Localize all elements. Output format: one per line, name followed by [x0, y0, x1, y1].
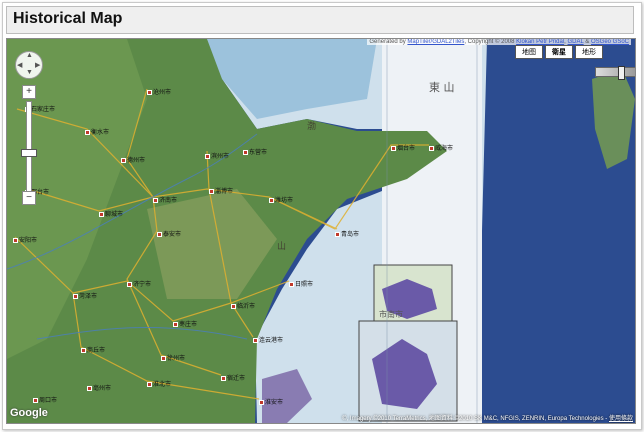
map-type-button-map[interactable]: 地图 [515, 45, 543, 59]
attribution-bottom: ©, Imagery ©2010 TerraMetrics, 地图資料 ©201… [342, 416, 633, 422]
pan-control[interactable]: ▲ ◀ ▶ ▼ [15, 51, 43, 79]
city-label: 淄博市 [209, 186, 233, 195]
city-label: 周口市 [33, 395, 57, 404]
map-type-button-satellite[interactable]: 衛星 [545, 45, 573, 59]
pan-left-icon[interactable]: ◀ [17, 61, 22, 69]
city-label: 宿迁市 [221, 373, 245, 382]
city-label: 日照市 [289, 279, 313, 288]
city-label: 淮安市 [259, 397, 283, 406]
region-label-shandong: 山 [277, 242, 287, 252]
page-title: Historical Map [13, 10, 123, 27]
city-label: 滨州市 [205, 151, 229, 160]
map-base-imagery [7, 39, 635, 423]
city-label: 商丘市 [81, 345, 105, 354]
map-canvas[interactable]: 渤 山 東 山 市南市 石家庄市 沧州市 衡水市 德州市 滨州市 东营市 烟台市 威海市 邢台市… [6, 38, 636, 424]
maptiler-link[interactable]: MapTiler/GDAL2Tiles [407, 39, 464, 45]
city-label: 枣庄市 [173, 319, 197, 328]
zoom-in-button[interactable]: + [22, 85, 36, 99]
city-label: 连云港市 [253, 335, 283, 344]
city-label: 聊城市 [99, 209, 123, 218]
header-bar: Historical Map [6, 6, 634, 34]
city-label: 徐州市 [161, 353, 185, 362]
pan-right-icon[interactable]: ▶ [35, 61, 40, 69]
google-logo[interactable]: Google [10, 407, 48, 419]
city-label: 衡水市 [85, 127, 109, 136]
zoom-slider-track[interactable] [26, 101, 32, 193]
city-label: 菏泽市 [73, 291, 97, 300]
overlay-mountain-label: 東 山 [429, 81, 455, 94]
city-label: 泰安市 [157, 229, 181, 238]
city-label: 烟台市 [391, 143, 415, 152]
city-label: 安阳市 [13, 235, 37, 244]
city-label: 淮北市 [147, 379, 171, 388]
pan-up-icon[interactable]: ▲ [26, 52, 33, 59]
city-label: 东营市 [243, 147, 267, 156]
city-label: 亳州市 [87, 383, 111, 392]
zoom-slider-thumb[interactable] [21, 149, 37, 157]
region-label-bohai: 渤 [307, 122, 317, 132]
city-label: 临沂市 [231, 301, 255, 310]
city-label: 威海市 [429, 143, 453, 152]
zoom-out-button[interactable]: − [22, 191, 36, 205]
city-label: 济南市 [153, 195, 177, 204]
pan-down-icon[interactable]: ▼ [26, 69, 33, 76]
city-label: 潍坊市 [269, 195, 293, 204]
terms-of-use-link[interactable]: 使用條款 [609, 416, 633, 422]
map-type-button-terrain[interactable]: 地形 [575, 45, 603, 59]
city-label: 德州市 [121, 155, 145, 164]
opacity-slider-knob[interactable] [618, 66, 625, 80]
overlay-opacity-slider[interactable] [595, 66, 635, 80]
city-label: 青岛市 [335, 229, 359, 238]
map-type-control: 地图 衛星 地形 [515, 45, 603, 59]
city-label: 沧州市 [147, 87, 171, 96]
overlay-city-label: 市南市 [379, 310, 403, 319]
city-label: 济宁市 [127, 279, 151, 288]
